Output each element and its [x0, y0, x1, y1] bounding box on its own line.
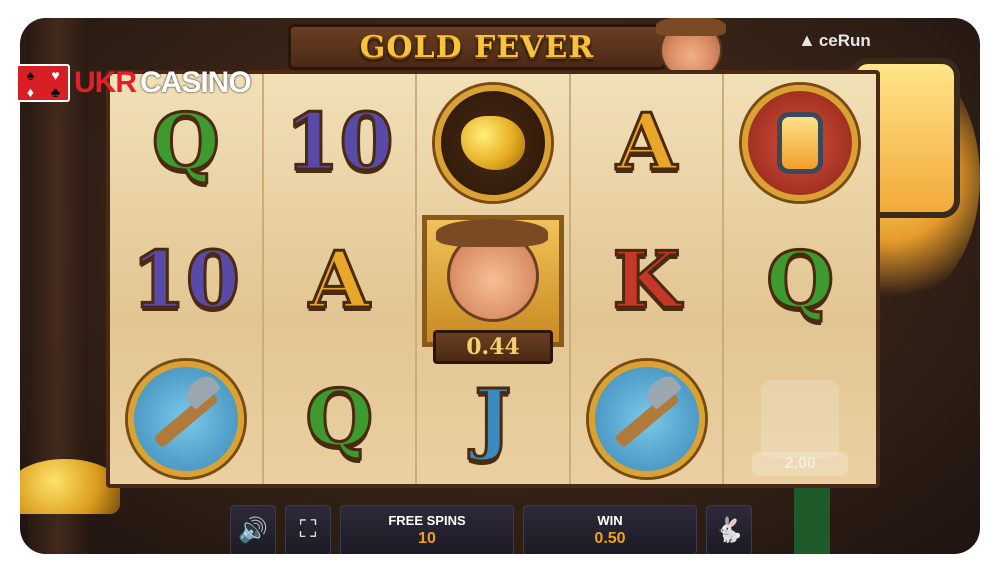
reel-3: 0.44 J: [417, 74, 571, 484]
sound-button[interactable]: 🔊: [230, 505, 276, 554]
reel-grid[interactable]: Q 10 10 A Q 0.44 J A K Q 2.00: [106, 70, 880, 488]
lantern-icon: [742, 85, 859, 201]
symbol-cell: 10: [264, 74, 416, 212]
symbol-cell: [110, 350, 262, 488]
symbol-k: K: [611, 235, 682, 326]
symbol-cell: K: [571, 212, 723, 350]
symbol-cell: Q: [724, 212, 876, 350]
symbol-cell: J: [417, 350, 569, 488]
ace-logo-icon: ▲: [798, 30, 816, 50]
symbol-cell: Q: [264, 350, 416, 488]
brand-text-ukr: UKR: [74, 66, 137, 99]
symbol-a: A: [615, 97, 679, 188]
win-panel: WIN 0.50: [523, 505, 697, 554]
free-spins-label: FREE SPINS: [388, 512, 466, 528]
reel-5: Q 2.00: [724, 74, 876, 484]
provider-name: ceRun: [818, 30, 871, 50]
symbol-q: Q: [765, 235, 836, 326]
control-bar: 🔊 ⛶ FREE SPINS 10 WIN 0.50 🐇: [230, 505, 752, 554]
scroll-ghost-icon: [761, 380, 840, 458]
ghost-win-value: 2.00: [752, 452, 849, 476]
symbol-j: J: [473, 373, 513, 464]
symbol-cell: [571, 350, 723, 488]
symbol-q: Q: [150, 97, 221, 188]
symbol-cell: 10: [110, 212, 262, 350]
free-spins-value: 10: [418, 529, 436, 547]
free-spins-panel: FREE SPINS 10: [340, 505, 514, 554]
symbol-q: Q: [304, 373, 375, 464]
reel-1: Q 10: [110, 74, 264, 484]
provider-logo: ▲ ceRun: [798, 30, 871, 51]
cards-logo-icon: ♠ ♥ ♦ ♣: [16, 64, 70, 102]
game-title-board: GOLD FEVER: [288, 24, 666, 70]
win-label: WIN: [597, 512, 623, 528]
miner-wild-symbol: 0.44: [421, 215, 564, 364]
symbol-cell: A: [571, 74, 723, 212]
pickaxe-icon: [588, 361, 705, 477]
game-title: GOLD FEVER: [359, 29, 595, 65]
ukrcasino-watermark: ♠ ♥ ♦ ♣ UKR CASINO: [16, 64, 252, 102]
symbol-a: A: [308, 235, 372, 326]
gold-pile: [20, 459, 120, 514]
symbol-10: 10: [130, 235, 242, 326]
symbol-cell: [724, 74, 876, 212]
fullscreen-button[interactable]: ⛶: [285, 505, 331, 554]
symbol-cell: [417, 74, 569, 212]
reel-4: A K: [570, 74, 725, 484]
miner-face-icon: [435, 219, 548, 322]
gold-nugget-icon: [434, 85, 551, 201]
brand-text-casino: CASINO: [140, 66, 252, 99]
speaker-icon: 🔊: [238, 516, 268, 544]
win-value: 0.50: [594, 529, 626, 547]
symbol-cell: 0.44: [417, 212, 569, 364]
reel-2: 10 A Q: [263, 74, 418, 484]
symbol-10: 10: [284, 97, 396, 188]
rabbit-icon: 🐇: [714, 516, 744, 544]
symbol-cell: A: [264, 212, 416, 350]
turbo-button[interactable]: 🐇: [706, 505, 752, 554]
pickaxe-icon: [127, 361, 244, 477]
fullscreen-icon: ⛶: [299, 516, 317, 543]
